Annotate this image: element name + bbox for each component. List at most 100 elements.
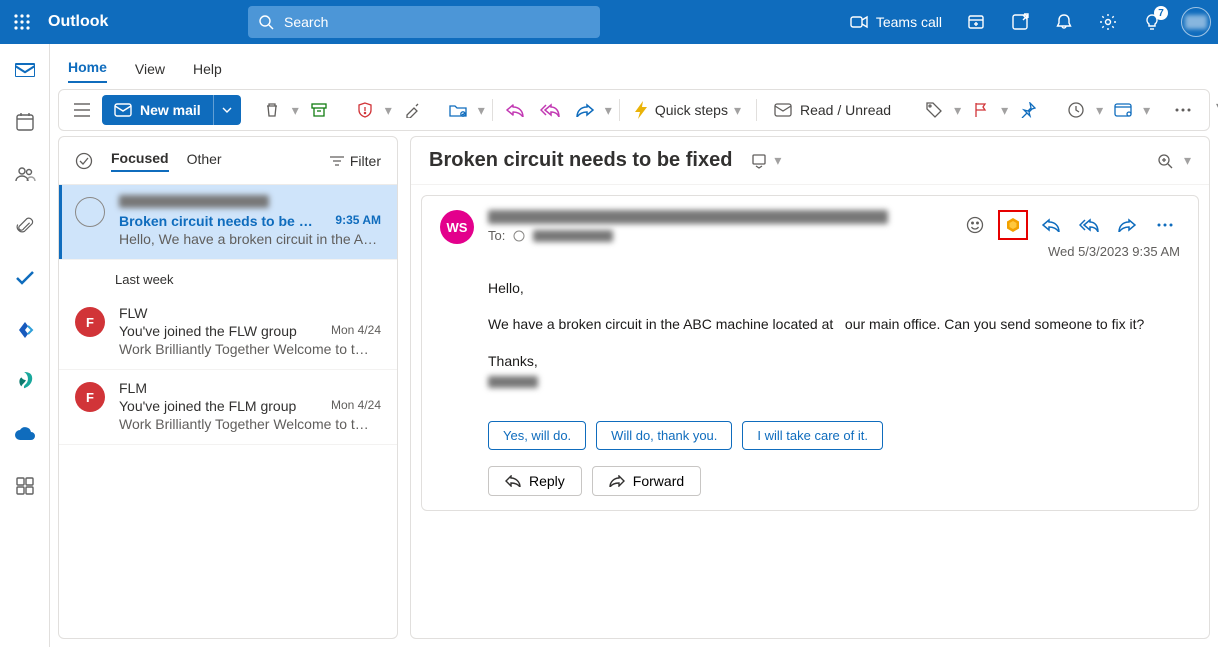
new-mail-button[interactable]: New mail [102,95,241,125]
more-commands[interactable] [1168,95,1198,125]
message-sender: FLW [119,305,381,321]
tab-focused[interactable]: Focused [111,150,169,172]
reply-icon [1042,218,1060,232]
tips-button[interactable]: 7 [1130,0,1174,44]
to-label: To: [488,228,505,243]
reply-button[interactable] [500,95,530,125]
teams-call-button[interactable]: Teams call [838,14,954,30]
print-button[interactable] [1108,95,1138,125]
sender-avatar-large: WS [440,210,474,244]
message-subject: You've joined the FLW group [119,323,297,339]
message-item[interactable]: F FLW You've joined the FLW groupMon 4/2… [59,295,397,370]
read-unread-button[interactable]: Read / Unread [764,102,901,118]
rail-people[interactable] [9,158,41,190]
report-dd[interactable]: ▾ [385,102,392,119]
forward-button-large[interactable]: Forward [592,466,701,496]
apps-button-highlighted[interactable] [998,210,1028,240]
pin-icon [1020,102,1036,118]
message-more-button[interactable] [1150,210,1180,240]
snooze-dd[interactable]: ▾ [1096,102,1103,119]
move-icon [449,103,467,117]
message-preview: Work Brilliantly Together Welcome to t… [119,416,381,432]
settings-button[interactable] [1086,0,1130,44]
conversation-toggle[interactable] [744,146,774,176]
presence-icon [513,230,525,242]
message-reply-all-button[interactable] [1074,210,1104,240]
app-launcher-button[interactable] [0,0,44,44]
message-preview: Work Brilliantly Together Welcome to t… [119,341,381,357]
archive-button[interactable] [304,95,334,125]
module-tabs: Home View Help [50,44,1218,84]
forward-dd[interactable]: ▾ [605,102,612,119]
filter-button[interactable]: Filter [330,153,381,169]
ribbon: New mail ▾ ▾ ▾ ▾ Quick steps ▾ [58,89,1210,131]
search-box[interactable] [248,6,600,38]
shield-icon [357,102,373,118]
pin-button[interactable] [1013,95,1043,125]
zoom-dd[interactable]: ▾ [1184,152,1191,169]
select-all-toggle[interactable] [75,152,93,170]
reply-button-large[interactable]: Reply [488,466,582,496]
forward-button[interactable] [570,95,600,125]
reply-label: Reply [529,473,565,489]
tab-help[interactable]: Help [193,61,222,83]
tab-view[interactable]: View [135,61,165,83]
reactions-button[interactable] [960,210,990,240]
report-button[interactable] [350,95,380,125]
rail-calendar[interactable] [9,106,41,138]
rail-bookings[interactable] [9,366,41,398]
app-rail [0,44,50,647]
move-button[interactable] [443,95,473,125]
video-icon [850,15,868,29]
notifications-button[interactable] [1042,0,1086,44]
rail-mail[interactable] [9,54,41,86]
rail-more-apps[interactable] [9,470,41,502]
delete-button[interactable] [257,95,287,125]
smile-icon [966,216,984,234]
hamburger-button[interactable] [67,95,97,125]
calendar-icon [15,112,35,132]
suggested-replies: Yes, will do. Will do, thank you. I will… [440,421,1180,450]
rail-yammer[interactable] [9,314,41,346]
message-list-pane: Focused Other Filter Broken circuit need… [58,136,398,639]
flag-button[interactable] [966,95,996,125]
suggested-reply-3[interactable]: I will take care of it. [742,421,883,450]
search-input[interactable] [284,14,590,30]
tab-home[interactable]: Home [68,59,107,83]
message-forward-button[interactable] [1112,210,1142,240]
tag-dd[interactable]: ▾ [954,102,961,119]
tag-button[interactable] [919,95,949,125]
hexagon-icon [1004,216,1022,234]
print-dd[interactable]: ▾ [1143,102,1150,119]
message-reply-button[interactable] [1036,210,1066,240]
reply-all-icon [1079,218,1099,232]
delete-dd[interactable]: ▾ [292,102,299,119]
suggested-reply-1[interactable]: Yes, will do. [488,421,586,450]
account-avatar [1185,15,1207,29]
account-button[interactable] [1174,0,1218,44]
sweep-button[interactable] [397,95,427,125]
zoom-button[interactable] [1150,146,1180,176]
message-item[interactable]: Broken circuit needs to be fi…9:35 AM He… [59,185,397,260]
quick-steps-button[interactable]: Quick steps ▾ [627,95,749,125]
rail-onedrive[interactable] [9,418,41,450]
rail-todo[interactable] [9,262,41,294]
new-mail-dropdown[interactable] [213,95,241,125]
message-subject: Broken circuit needs to be fi… [119,213,314,229]
message-select-circle[interactable] [75,197,105,227]
conversation-dd[interactable]: ▾ [774,152,781,169]
reply-all-button[interactable] [535,95,565,125]
my-day-button[interactable] [998,0,1042,44]
snooze-button[interactable] [1061,95,1091,125]
rail-files[interactable] [9,210,41,242]
to-redacted [533,230,613,242]
flag-dd[interactable]: ▾ [1001,102,1008,119]
tab-other[interactable]: Other [187,151,222,171]
suggested-reply-2[interactable]: Will do, thank you. [596,421,732,450]
sender-avatar: F [75,382,105,412]
message-item[interactable]: F FLM You've joined the FLM groupMon 4/2… [59,370,397,445]
zoom-icon [1157,153,1173,169]
meet-now-button[interactable] [954,0,998,44]
move-dd[interactable]: ▾ [478,102,485,119]
teams-call-label: Teams call [876,14,942,30]
